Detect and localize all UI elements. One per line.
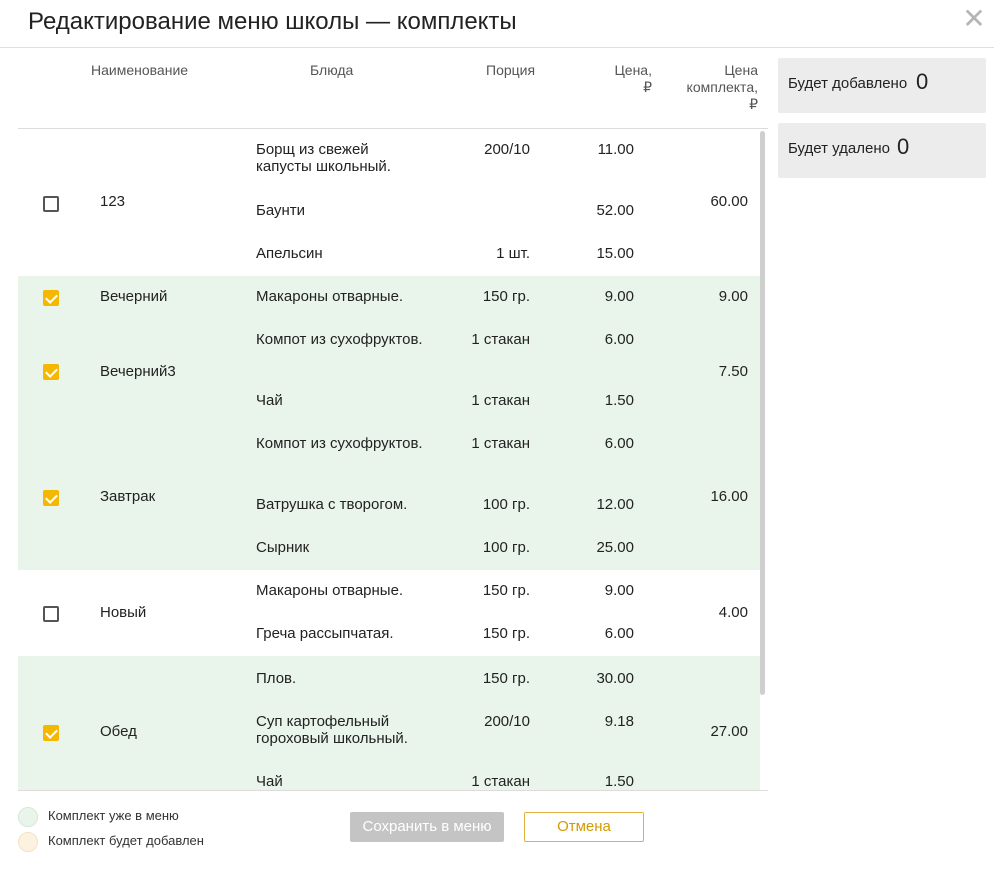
dish-price: 30.00 bbox=[596, 670, 634, 687]
kit-name: Завтрак bbox=[100, 488, 156, 505]
column-header-kit-price-line3: ₽ bbox=[749, 96, 758, 112]
dish-name: Плов. bbox=[256, 670, 297, 687]
modal-title: Редактирование меню школы — комплекты bbox=[28, 8, 517, 35]
kit-row: 123 Борщ из свежей капусты школьный. 200… bbox=[18, 129, 760, 276]
kit-price: 9.00 bbox=[718, 288, 748, 305]
dish-name: Макароны отварные. bbox=[256, 582, 404, 599]
dish-portion: 1 стакан bbox=[471, 331, 530, 348]
dish-price: 9.18 bbox=[604, 713, 634, 730]
column-header-dishes: Блюда bbox=[310, 62, 354, 78]
dish-price: 12.00 bbox=[596, 496, 634, 513]
dish-portion: 150 гр. bbox=[482, 288, 530, 305]
kit-name: 123 bbox=[100, 193, 126, 210]
dish-name: Ватрушка с творогом. bbox=[256, 496, 408, 513]
dish-portion: 1 стакан bbox=[471, 773, 530, 790]
dish-price: 6.00 bbox=[604, 435, 634, 452]
table-scrollbar[interactable] bbox=[760, 129, 766, 791]
kit-price: 16.00 bbox=[710, 488, 748, 505]
dish-price: 6.00 bbox=[604, 625, 634, 642]
dish-name: Макароны отварные. bbox=[256, 288, 404, 305]
summary-removed-count: 0 bbox=[897, 134, 910, 159]
dish-name: Компот из сухофруктов. bbox=[256, 435, 423, 452]
dish-name: Баунти bbox=[256, 202, 306, 219]
dish-name: Борщ из свежей капусты школьный. bbox=[256, 141, 391, 175]
kit-checkbox[interactable] bbox=[43, 606, 59, 622]
summary-added: Будет добавлено 0 bbox=[778, 58, 986, 113]
kit-checkbox[interactable] bbox=[43, 364, 59, 380]
dish-name: Чай bbox=[256, 392, 283, 409]
cancel-button[interactable]: Отмена bbox=[524, 812, 644, 842]
modal-header: Редактирование меню школы — комплекты ✕ bbox=[0, 0, 994, 48]
dish-price: 1.50 bbox=[604, 392, 634, 409]
dish-portion: 200/10 bbox=[484, 141, 530, 158]
dish-portion: 200/10 bbox=[484, 713, 530, 730]
summary-added-count: 0 bbox=[916, 69, 929, 94]
kit-checkbox[interactable] bbox=[43, 725, 59, 741]
kit-name: Вечерний3 bbox=[100, 363, 176, 380]
column-header-kit-price: Цена комплекта, ₽ bbox=[668, 62, 758, 113]
dish-name: Апельсин bbox=[256, 245, 323, 262]
close-icon[interactable]: ✕ bbox=[960, 4, 988, 34]
kit-name: Обед bbox=[100, 723, 137, 740]
summary-added-label: Будет добавлено bbox=[788, 75, 908, 92]
dish-portion: 150 гр. bbox=[482, 670, 530, 687]
dish-name: Суп картофельный гороховый школьный. bbox=[256, 713, 408, 747]
dish-portion: 1 стакан bbox=[471, 392, 530, 409]
column-header-portion: Порция bbox=[486, 62, 536, 78]
kit-row: Обед Плов. 150 гр. 30.00 Суп картофельны… bbox=[18, 656, 760, 790]
kit-price: 60.00 bbox=[710, 193, 748, 210]
dish-portion: 1 стакан bbox=[471, 435, 530, 452]
kit-row: Вечерний3 Компот из сухофруктов. 1 стака… bbox=[18, 319, 760, 423]
scrollbar-thumb[interactable] bbox=[760, 131, 765, 695]
kit-checkbox[interactable] bbox=[43, 196, 59, 212]
dish-name: Греча рассыпчатая. bbox=[256, 625, 394, 642]
dish-price: 9.00 bbox=[604, 582, 634, 599]
column-header-kit-price-line2: комплекта, bbox=[686, 79, 758, 95]
legend-orange-dot-icon bbox=[18, 832, 38, 852]
kit-name: Вечерний bbox=[100, 288, 168, 305]
column-header-name: Наименование bbox=[91, 62, 189, 78]
kits-table-body[interactable]: 123 Борщ из свежей капусты школьный. 200… bbox=[18, 129, 768, 791]
dish-portion: 1 шт. bbox=[496, 245, 530, 262]
table-header: Наименование Блюда Порция Цена, ₽ Цена к… bbox=[18, 48, 768, 129]
legend-in-menu-label: Комплект уже в меню bbox=[48, 808, 179, 823]
kit-name: Новый bbox=[100, 604, 147, 621]
dish-portion: 100 гр. bbox=[482, 496, 530, 513]
kit-price: 27.00 bbox=[710, 723, 748, 740]
dish-price: 52.00 bbox=[596, 202, 634, 219]
column-header-price-line1: Цена, bbox=[614, 62, 652, 78]
dish-portion: 100 гр. bbox=[482, 539, 530, 556]
dish-price: 15.00 bbox=[596, 245, 634, 262]
kit-price: 4.00 bbox=[718, 604, 748, 621]
kit-row: Новый Макароны отварные. 150 гр. 9.00 Гр… bbox=[18, 570, 760, 656]
dish-price: 11.00 bbox=[597, 141, 634, 158]
kit-price: 7.50 bbox=[718, 363, 748, 380]
summary-removed-label: Будет удалено bbox=[788, 140, 890, 157]
legend-will-add-label: Комплект будет добавлен bbox=[48, 833, 204, 848]
dish-portion: 150 гр. bbox=[482, 625, 530, 642]
column-header-kit-price-line1: Цена bbox=[724, 62, 758, 78]
kit-checkbox[interactable] bbox=[43, 290, 59, 306]
dish-portion: 150 гр. bbox=[482, 582, 530, 599]
save-to-menu-button[interactable]: Сохранить в меню bbox=[350, 812, 504, 842]
dish-name: Компот из сухофруктов. bbox=[256, 331, 423, 348]
column-header-price: Цена, ₽ bbox=[592, 62, 652, 96]
legend-green-dot-icon bbox=[18, 807, 38, 827]
dish-name: Сырник bbox=[256, 539, 310, 556]
dish-price: 6.00 bbox=[604, 331, 634, 348]
summary-removed: Будет удалено 0 bbox=[778, 123, 986, 178]
kit-row: Вечерний Макароны отварные. 150 гр. 9.00… bbox=[18, 276, 760, 319]
column-header-price-line2: ₽ bbox=[643, 79, 652, 95]
dish-name: Чай bbox=[256, 773, 283, 790]
kit-checkbox[interactable] bbox=[43, 490, 59, 506]
kit-row: Завтрак Компот из сухофруктов. 1 стакан … bbox=[18, 423, 760, 570]
dish-price: 9.00 bbox=[604, 288, 634, 305]
dish-price: 1.50 bbox=[604, 773, 634, 790]
dish-price: 25.00 bbox=[596, 539, 634, 556]
